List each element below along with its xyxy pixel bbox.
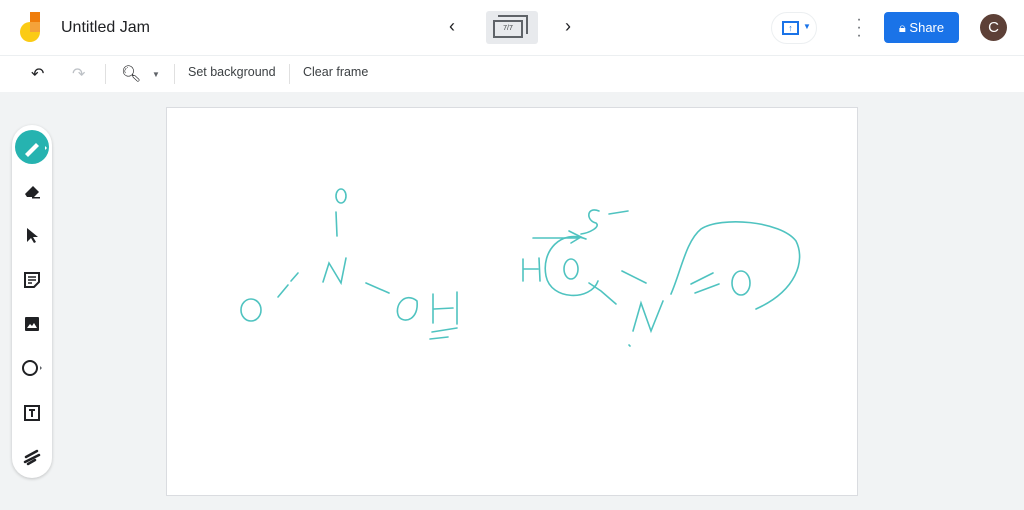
text-box-tool[interactable] — [14, 395, 50, 431]
share-button[interactable]: 🔒︎ Share — [884, 12, 959, 43]
whiteboard-canvas[interactable] — [166, 107, 858, 496]
laser-icon — [23, 449, 41, 466]
lock-icon: 🔒︎ — [898, 20, 906, 35]
handwritten-drawing — [240, 188, 801, 347]
avatar[interactable]: C — [980, 14, 1007, 41]
present-button[interactable]: ↑ ▼ — [771, 12, 817, 44]
laser-tool[interactable] — [14, 439, 50, 475]
present-icon: ↑ — [782, 21, 799, 35]
chevron-down-icon: ▼ — [803, 22, 811, 31]
more-options-icon[interactable]: · · · — [855, 12, 863, 44]
share-label: Share — [909, 20, 945, 35]
text-box-icon — [24, 405, 40, 421]
